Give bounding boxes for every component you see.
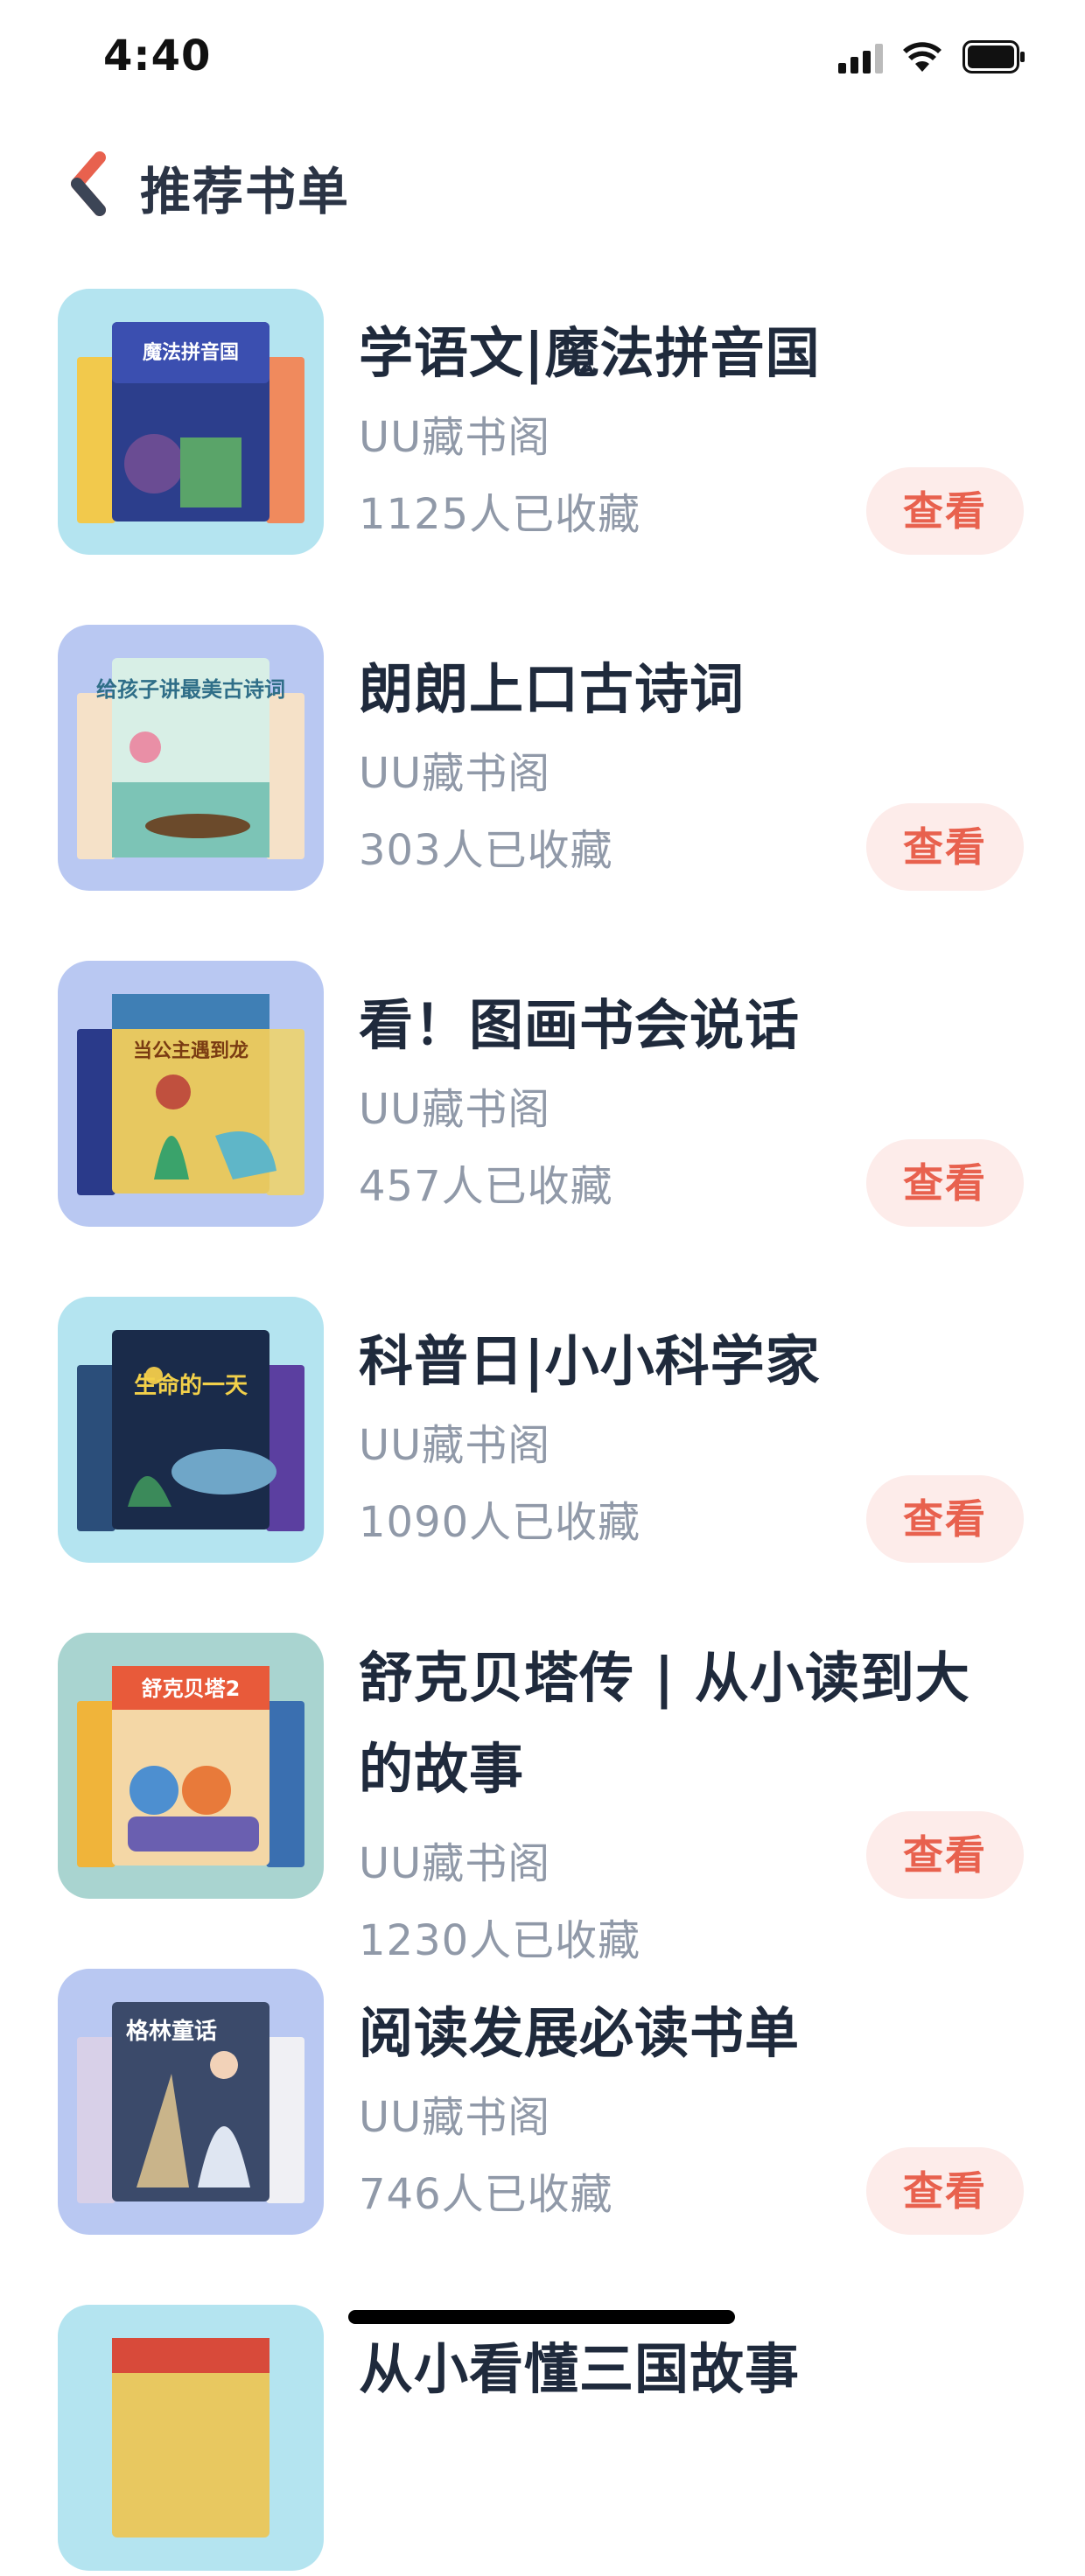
book-cover-image: 当公主遇到龙	[58, 961, 324, 1227]
home-indicator	[348, 2310, 735, 2324]
cover-tag: 魔法拼音国	[143, 341, 239, 364]
status-time: 4:40	[103, 32, 212, 80]
book-list-item[interactable]: 从小看懂三国故事	[0, 2305, 1085, 2576]
book-title: 朗朗上口古诗词	[359, 657, 746, 721]
back-button[interactable]	[63, 149, 116, 219]
status-bar: 4:40	[0, 0, 1085, 114]
book-cover[interactable]: 格林童话	[58, 1969, 324, 2235]
signal-icon	[838, 44, 883, 74]
favorite-count: 1090人已收藏	[359, 1498, 641, 1547]
view-button[interactable]: 查看	[866, 1139, 1024, 1227]
favorite-count: 746人已收藏	[359, 2170, 613, 2219]
header: 推荐书单	[0, 131, 1085, 236]
book-source: UU藏书阁	[359, 749, 551, 798]
book-cover-image: 舒克贝塔2	[58, 1633, 324, 1899]
book-list-item[interactable]: 舒克贝塔2 舒克贝塔传 | 从小读到大的故事 UU藏书阁 1230人已收藏 查看	[0, 1633, 1085, 1965]
book-cover-image: 魔法拼音国	[58, 289, 324, 555]
book-cover[interactable]	[58, 2305, 324, 2571]
book-title: 科普日|小小科学家	[359, 1329, 821, 1393]
cover-tag: 舒克贝塔2	[142, 1676, 241, 1701]
favorite-count: 1230人已收藏	[359, 1916, 641, 1965]
book-list-item[interactable]: 魔法拼音国 学语文|魔法拼音国 UU藏书阁 1125人已收藏 查看	[0, 289, 1085, 560]
book-title: 舒克贝塔传 | 从小读到大的故事	[359, 1646, 970, 1801]
wifi-icon	[903, 42, 942, 72]
book-list-item[interactable]: 当公主遇到龙 看！图画书会说话 UU藏书阁 457人已收藏 查看	[0, 961, 1085, 1232]
book-title: 学语文|魔法拼音国	[359, 321, 821, 385]
book-cover[interactable]: 当公主遇到龙	[58, 961, 324, 1227]
favorite-count: 457人已收藏	[359, 1162, 613, 1211]
book-title: 阅读发展必读书单	[359, 2001, 801, 2065]
book-cover[interactable]: 魔法拼音国	[58, 289, 324, 555]
book-source: UU藏书阁	[359, 1839, 551, 1888]
book-title: 从小看懂三国故事	[359, 2337, 801, 2401]
book-cover-image: 给孩子讲最美古诗词	[58, 625, 324, 891]
book-cover[interactable]: 生命的一天	[58, 1297, 324, 1563]
book-cover[interactable]: 给孩子讲最美古诗词	[58, 625, 324, 891]
view-button[interactable]: 查看	[866, 467, 1024, 555]
battery-icon	[962, 40, 1025, 74]
view-button[interactable]: 查看	[866, 1475, 1024, 1563]
book-source: UU藏书阁	[359, 1421, 551, 1470]
view-button[interactable]: 查看	[866, 803, 1024, 891]
view-button[interactable]: 查看	[866, 2147, 1024, 2235]
favorite-count: 303人已收藏	[359, 826, 613, 875]
favorite-count: 1125人已收藏	[359, 490, 641, 539]
cover-tag: 给孩子讲最美古诗词	[96, 676, 285, 702]
book-list-item[interactable]: 格林童话 阅读发展必读书单 UU藏书阁 746人已收藏 查看	[0, 1969, 1085, 2240]
book-cover-image: 格林童话	[58, 1969, 324, 2235]
page-title: 推荐书单	[140, 162, 351, 221]
cover-tag: 生命的一天	[134, 1372, 248, 1399]
cover-tag: 当公主遇到龙	[133, 1040, 248, 1062]
book-title: 看！图画书会说话	[359, 993, 801, 1057]
book-source: UU藏书阁	[359, 1085, 551, 1134]
cover-tag: 格林童话	[126, 2018, 217, 2045]
view-button[interactable]: 查看	[866, 1811, 1024, 1899]
book-source: UU藏书阁	[359, 413, 551, 462]
book-source: UU藏书阁	[359, 2093, 551, 2142]
book-cover[interactable]: 舒克贝塔2	[58, 1633, 324, 1899]
book-list-item[interactable]: 生命的一天 科普日|小小科学家 UU藏书阁 1090人已收藏 查看	[0, 1297, 1085, 1568]
book-cover-image	[58, 2305, 324, 2571]
book-list-item[interactable]: 给孩子讲最美古诗词 朗朗上口古诗词 UU藏书阁 303人已收藏 查看	[0, 625, 1085, 896]
book-cover-image: 生命的一天	[58, 1297, 324, 1563]
